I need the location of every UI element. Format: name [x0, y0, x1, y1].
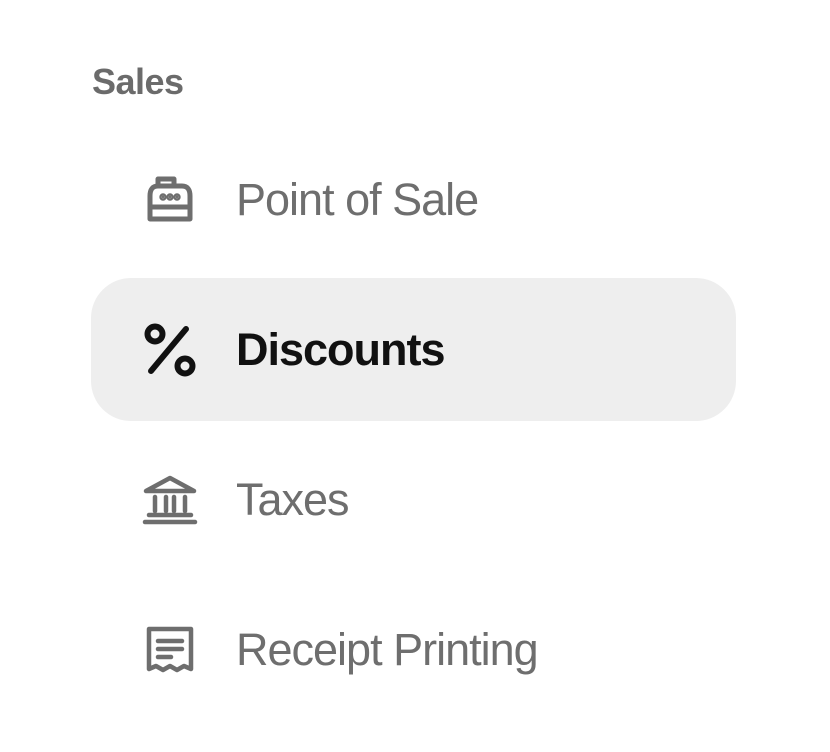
receipt-icon	[141, 621, 199, 679]
percent-icon	[141, 321, 199, 379]
nav-item-receipt-printing[interactable]: Receipt Printing	[91, 578, 736, 721]
nav-item-discounts[interactable]: Discounts	[91, 278, 736, 421]
nav-item-label: Taxes	[236, 474, 350, 525]
nav-item-label: Receipt Printing	[236, 624, 539, 675]
cash-register-icon	[141, 171, 199, 229]
sales-nav-list: Point of Sale Discounts Taxes Receipt Pr…	[91, 128, 736, 728]
nav-item-label: Discounts	[236, 324, 446, 375]
nav-item-point-of-sale[interactable]: Point of Sale	[91, 128, 736, 271]
bank-icon	[141, 471, 199, 529]
nav-item-taxes[interactable]: Taxes	[91, 428, 736, 571]
section-title: Sales	[92, 61, 184, 102]
nav-item-label: Point of Sale	[236, 174, 479, 225]
